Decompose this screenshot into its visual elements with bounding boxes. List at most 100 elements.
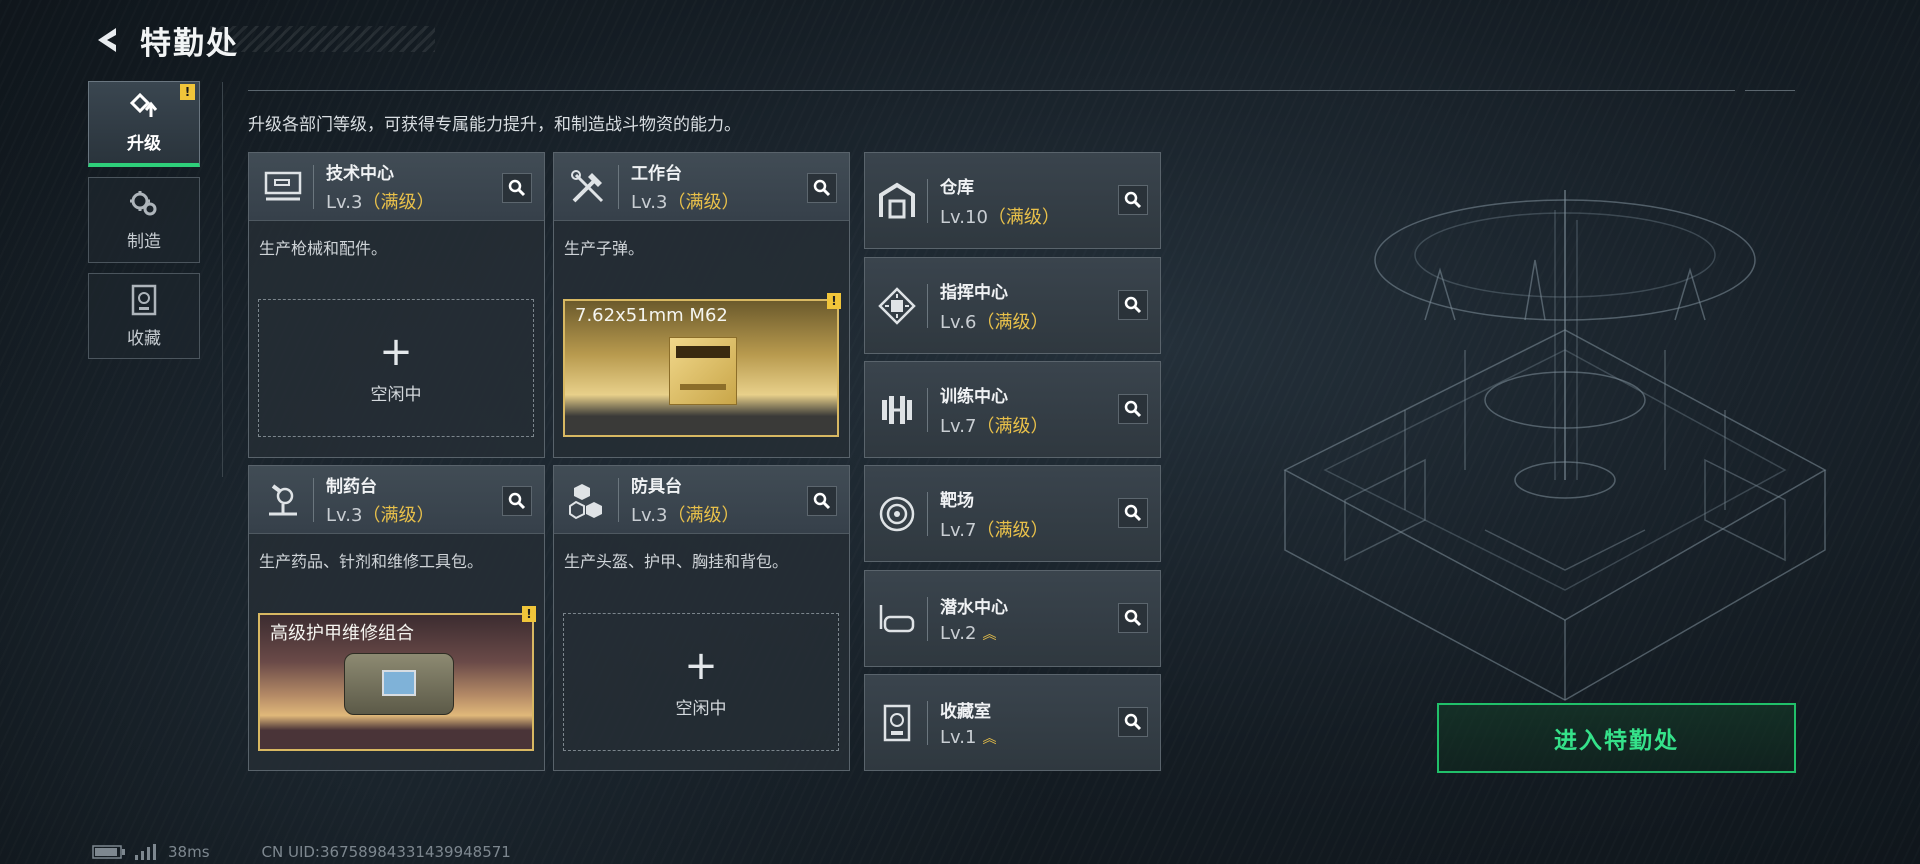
facility-name: 潜水中心	[940, 598, 1008, 618]
search-icon	[1124, 191, 1142, 209]
card-description: 生产药品、针剂和维修工具包。	[259, 552, 484, 571]
alert-badge: !	[180, 84, 195, 100]
facility-row-diving[interactable]: 潜水中心 Lv.2 ︽	[864, 570, 1161, 667]
separator	[927, 700, 928, 745]
inspect-button[interactable]	[502, 486, 532, 516]
slot-status: 空闲中	[370, 384, 422, 405]
facility-level: Lv.2 ︽	[940, 623, 997, 644]
cubes-icon	[566, 478, 610, 522]
command-chip-icon	[875, 284, 919, 328]
production-slot-empty[interactable]: + 空闲中	[258, 299, 534, 437]
product-name: 高级护甲维修组合	[270, 623, 414, 644]
separator	[618, 477, 619, 522]
nav-craft[interactable]: 制造	[88, 177, 200, 263]
separator	[927, 596, 928, 641]
warehouse-icon	[875, 179, 919, 223]
card-level: Lv.3（满级）	[326, 505, 435, 526]
inspect-button[interactable]	[1118, 707, 1148, 737]
card-pharmacy[interactable]: 制药台 Lv.3（满级） 生产药品、针剂和维修工具包。 高级护甲维修组合 !	[248, 465, 545, 771]
facility-name: 仓库	[940, 177, 974, 198]
nav-upgrade[interactable]: ! 升级	[88, 81, 200, 167]
facility-level: Lv.7（满级）	[940, 519, 1049, 541]
battery-icon	[92, 845, 125, 859]
facility-level: Lv.10（满级）	[940, 206, 1060, 228]
nav-label: 收藏	[127, 328, 161, 349]
card-description: 生产枪械和配件。	[259, 239, 388, 258]
search-icon	[1124, 400, 1142, 418]
facility-row-warehouse[interactable]: 仓库 Lv.10（满级）	[864, 152, 1161, 249]
facility-row-training[interactable]: 训练中心 Lv.7（满级）	[864, 361, 1161, 458]
separator	[927, 387, 928, 432]
craft-gear-icon	[130, 190, 157, 215]
facility-name: 靶场	[940, 490, 974, 511]
inspect-button[interactable]	[502, 173, 532, 203]
ping-value: 38ms	[168, 843, 210, 861]
facility-row-command[interactable]: 指挥中心 Lv.6（满级）	[864, 257, 1161, 354]
card-header: 防具台 Lv.3（满级）	[554, 466, 849, 534]
upgrade-icon	[129, 92, 158, 117]
separator	[927, 178, 928, 223]
divider	[1745, 90, 1795, 91]
separator	[618, 164, 619, 209]
signal-icon	[135, 844, 156, 860]
card-title: 制药台	[326, 477, 377, 497]
back-button[interactable]	[90, 22, 126, 58]
search-icon	[1124, 504, 1142, 522]
card-tech-center[interactable]: 技术中心 Lv.3（满级） 生产枪械和配件。 + 空闲中	[248, 152, 545, 458]
separator	[313, 164, 314, 209]
facility-name: 训练中心	[940, 386, 1008, 407]
inspect-button[interactable]	[807, 173, 837, 203]
production-slot-empty[interactable]: + 空闲中	[563, 613, 839, 751]
production-slot-repair-kit[interactable]: 高级护甲维修组合	[258, 613, 534, 751]
card-description: 生产头盔、护甲、胸挂和背包。	[564, 552, 789, 571]
card-level: Lv.3（满级）	[326, 192, 435, 213]
card-description: 生产子弹。	[564, 239, 645, 258]
card-level: Lv.3（满级）	[631, 192, 740, 213]
card-title: 技术中心	[326, 164, 394, 184]
plus-icon: +	[379, 328, 413, 375]
production-slot-ammo[interactable]: 7.62x51mm M62	[563, 299, 839, 437]
inspect-button[interactable]	[1118, 498, 1148, 528]
separator	[313, 477, 314, 522]
inspect-button[interactable]	[1118, 185, 1148, 215]
card-title: 防具台	[631, 477, 682, 497]
facility-row-collection-room[interactable]: 收藏室 Lv.1 ︽	[864, 674, 1161, 771]
page-description: 升级各部门等级，可获得专属能力提升，和制造战斗物资的能力。	[248, 115, 741, 135]
target-icon	[875, 492, 919, 536]
alert-badge: !	[522, 606, 536, 622]
inspect-button[interactable]	[1118, 394, 1148, 424]
divider	[248, 90, 1735, 91]
search-icon	[813, 492, 831, 510]
alert-badge: !	[827, 293, 841, 309]
side-nav: ! 升级 制造 收藏	[88, 81, 200, 369]
computer-icon	[261, 165, 305, 209]
inspect-button[interactable]	[1118, 603, 1148, 633]
slot-status: 空闲中	[675, 698, 727, 719]
search-icon	[1124, 296, 1142, 314]
facility-row-range[interactable]: 靶场 Lv.7（满级）	[864, 465, 1161, 562]
collection-icon	[131, 284, 157, 315]
inspect-button[interactable]	[1118, 290, 1148, 320]
enter-button-label: 进入特勤处	[1554, 728, 1679, 754]
divider	[222, 82, 223, 477]
dumbbell-icon	[875, 388, 919, 432]
nav-label: 制造	[127, 231, 161, 252]
product-name: 7.62x51mm M62	[575, 305, 728, 326]
inspect-button[interactable]	[807, 486, 837, 516]
facility-name: 收藏室	[940, 702, 991, 722]
nav-collection[interactable]: 收藏	[88, 273, 200, 359]
facility-level: Lv.6（满级）	[940, 311, 1049, 333]
user-uid: CN UID:3675898433143994857​1	[261, 843, 511, 861]
enter-special-ops-button[interactable]: 进入特勤处	[1437, 703, 1796, 773]
card-workbench[interactable]: 工作台 Lv.3（满级） 生产子弹。 7.62x51mm M62 !	[553, 152, 850, 458]
nav-label: 升级	[127, 134, 161, 154]
collection-room-icon	[875, 701, 919, 745]
ammo-box-image	[669, 337, 737, 405]
card-header: 技术中心 Lv.3（满级）	[249, 153, 544, 221]
card-armor-bench[interactable]: 防具台 Lv.3（满级） 生产头盔、护甲、胸挂和背包。 + 空闲中	[553, 465, 850, 771]
card-header: 制药台 Lv.3（满级）	[249, 466, 544, 534]
status-bar: 38ms CN UID:3675898433143994857​1	[92, 840, 511, 864]
facility-level: Lv.7（满级）	[940, 415, 1049, 437]
diving-mask-icon	[875, 597, 919, 641]
search-icon	[508, 179, 526, 197]
